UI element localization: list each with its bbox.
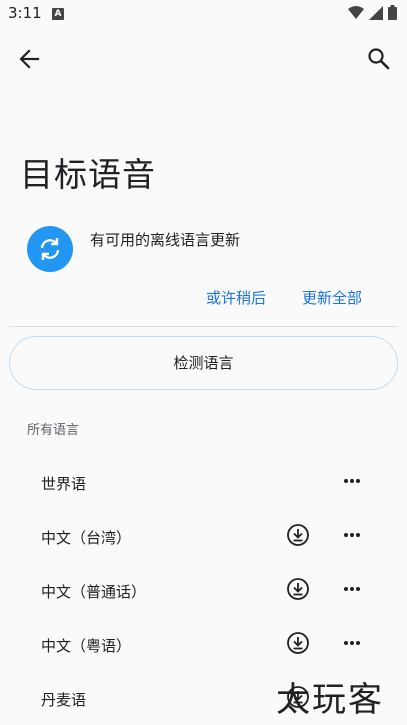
more-horizontal-icon <box>344 533 360 537</box>
watermark: 太玩客 <box>276 680 384 720</box>
more-options-button[interactable] <box>340 631 364 655</box>
status-icons <box>348 5 397 20</box>
language-item[interactable]: 中文（普通话） <box>0 563 407 617</box>
divider <box>9 326 398 327</box>
status-time: 3:11 <box>8 4 42 22</box>
more-horizontal-icon <box>344 479 360 483</box>
detect-language-button[interactable]: 检测语言 <box>9 336 398 390</box>
wifi-icon <box>348 5 364 19</box>
update-banner-icon <box>27 226 73 272</box>
signal-icon <box>369 5 383 20</box>
later-button[interactable]: 或许稍后 <box>206 287 266 308</box>
more-horizontal-icon <box>344 641 360 645</box>
search-button[interactable] <box>365 45 393 73</box>
download-button[interactable] <box>286 577 310 601</box>
language-label: 中文（粤语） <box>41 637 132 655</box>
notification-icon: A <box>52 8 64 20</box>
download-button[interactable] <box>286 523 310 547</box>
language-item[interactable]: 世界语 <box>0 455 407 509</box>
language-item[interactable]: 中文（台湾） <box>0 509 407 563</box>
language-label: 丹麦语 <box>41 691 87 709</box>
download-icon <box>287 524 309 546</box>
download-icon <box>287 632 309 654</box>
download-button[interactable] <box>286 631 310 655</box>
more-horizontal-icon <box>344 587 360 591</box>
download-icon <box>287 578 309 600</box>
language-label: 中文（普通话） <box>41 583 147 601</box>
battery-icon <box>388 5 397 20</box>
page-title: 目标语音 <box>20 155 156 194</box>
language-item[interactable]: 中文（粤语） <box>0 617 407 671</box>
search-icon <box>368 48 390 70</box>
update-message: 有可用的离线语言更新 <box>90 231 241 249</box>
status-bar: 3:11 A <box>0 0 407 28</box>
more-options-button[interactable] <box>340 523 364 547</box>
language-label: 世界语 <box>41 475 87 493</box>
language-label: 中文（台湾） <box>41 529 132 547</box>
more-options-button[interactable] <box>340 577 364 601</box>
back-button[interactable] <box>16 46 46 72</box>
all-languages-header: 所有语言 <box>27 423 80 438</box>
toolbar <box>0 36 407 82</box>
update-all-button[interactable]: 更新全部 <box>302 287 362 308</box>
more-options-button[interactable] <box>340 469 364 493</box>
sync-icon <box>40 238 60 260</box>
arrow-left-icon <box>19 49 40 69</box>
